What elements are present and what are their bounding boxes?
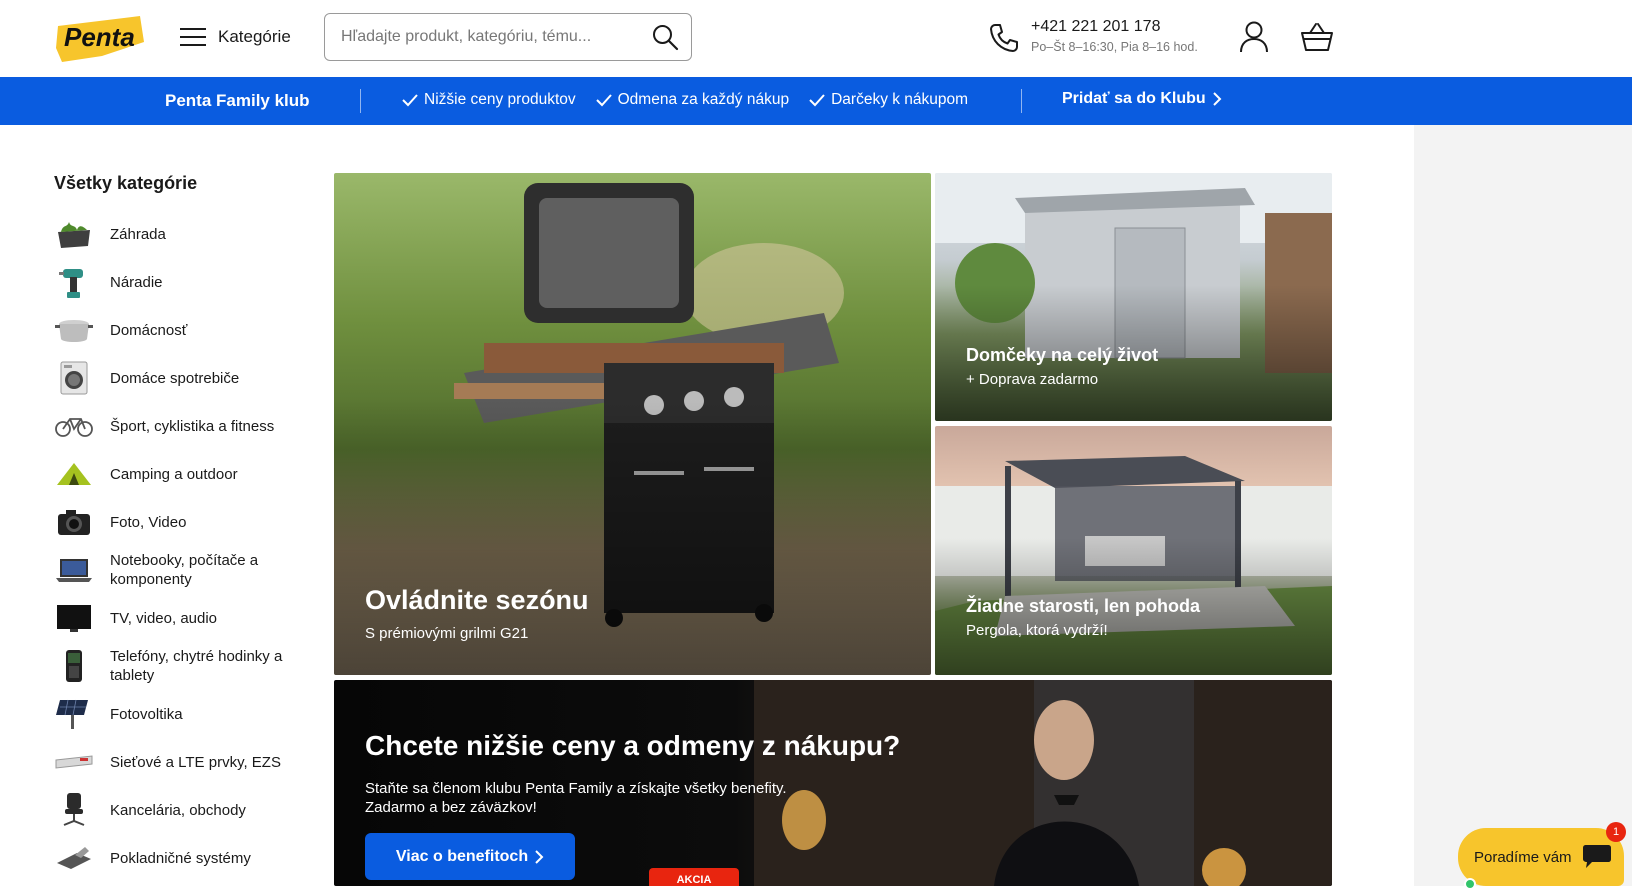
svg-text:Penta: Penta xyxy=(64,22,135,52)
checkmark-icon xyxy=(809,94,825,107)
chat-label: Poradíme vám xyxy=(1474,848,1572,866)
sidebar-item-sietove[interactable]: Sieťové a LTE prvky, EZS xyxy=(54,738,314,786)
pergola-banner-title: Žiadne starosti, len pohoda xyxy=(966,596,1201,616)
join-club-link[interactable]: Pridať sa do Klubu xyxy=(1062,90,1222,108)
sale-badge: AKCIA xyxy=(649,868,739,886)
chat-unread-badge: 1 xyxy=(1606,822,1626,842)
penta-logo[interactable]: Penta xyxy=(52,12,148,64)
club-divider xyxy=(360,89,361,113)
club-benefit-label: Nižšie ceny produktov xyxy=(424,91,576,108)
sidebar-item-label: Pokladničné systémy xyxy=(110,849,251,867)
search-box xyxy=(324,13,692,61)
sidebar-item-naradie[interactable]: Náradie xyxy=(54,258,314,306)
phone-device-icon xyxy=(54,648,94,684)
shed-banner[interactable]: Domčeky na celý život + Doprava zadarmo xyxy=(935,173,1332,421)
join-club-label: Pridať sa do Klubu xyxy=(1062,90,1206,107)
sidebar-item-label: TV, video, audio xyxy=(110,609,218,627)
sidebar-item-label: Telefóny, chytré hodinky a tablety xyxy=(110,648,283,684)
club-benefit: Odmena za každý nákup xyxy=(595,91,790,109)
office-chair-icon xyxy=(54,792,94,828)
club-benefit: Darčeky k nákupom xyxy=(809,91,968,109)
pergola-banner-subtitle: Pergola, ktorá vydrží! xyxy=(966,622,1108,639)
promo-text: Staňte sa členom klubu Penta Family a zí… xyxy=(365,779,787,817)
sidebar-item-label: Fotovoltika xyxy=(110,705,183,723)
club-divider xyxy=(1021,89,1022,113)
solar-panel-icon xyxy=(54,696,94,732)
promo-text-line: Staňte sa členom klubu Penta Family a zí… xyxy=(365,780,787,797)
sidebar-item-label: Domáce spotrebiče xyxy=(110,369,240,387)
right-side-panel xyxy=(1414,125,1632,886)
hamburger-icon xyxy=(180,28,206,46)
sidebar-item-pokladnicne[interactable]: Pokladničné systémy xyxy=(54,834,314,882)
search-input[interactable] xyxy=(341,28,651,46)
tent-icon xyxy=(54,456,94,492)
sidebar-item-foto-video[interactable]: Foto, Video xyxy=(54,498,314,546)
online-status-dot xyxy=(1464,878,1476,890)
sidebar-item-camping[interactable]: Camping a outdoor xyxy=(54,450,314,498)
categories-menu-label: Kategórie xyxy=(218,27,291,46)
club-benefit: Nižšie ceny produktov xyxy=(402,91,576,109)
checkmark-icon xyxy=(595,94,612,107)
user-account-icon[interactable] xyxy=(1238,20,1270,54)
club-benefits-list: Nižšie ceny produktov Odmena za každý ná… xyxy=(402,91,968,109)
club-benefit-label: Odmena za každý nákup xyxy=(617,91,790,108)
search-icon[interactable] xyxy=(651,23,679,51)
sidebar-item-label: Záhrada xyxy=(110,225,166,243)
checkmark-icon xyxy=(402,94,418,107)
shed-banner-subtitle: + Doprava zadarmo xyxy=(966,371,1099,388)
family-club-bar: Penta Family klub Nižšie ceny produktov … xyxy=(0,77,1632,125)
chevron-right-icon xyxy=(1212,92,1222,106)
sidebar-item-domacnost[interactable]: Domácnosť xyxy=(54,306,314,354)
phone-icon[interactable] xyxy=(988,22,1020,54)
sidebar-item-label: Náradie xyxy=(110,273,163,291)
washing-machine-icon xyxy=(54,360,94,396)
chat-bubble-icon xyxy=(1583,845,1611,868)
shed-banner-title: Domčeky na celý život xyxy=(966,345,1159,365)
sidebar-item-domace-spotrebice[interactable]: Domáce spotrebiče xyxy=(54,354,314,402)
sidebar-item-sport[interactable]: Šport, cyklistika a fitness xyxy=(54,402,314,450)
pot-icon xyxy=(54,312,94,348)
chat-widget-button[interactable]: Poradíme vám 1 xyxy=(1458,822,1626,890)
categories-menu-button[interactable]: Kategórie xyxy=(180,22,291,52)
sidebar-item-tv[interactable]: TV, video, audio xyxy=(54,594,314,642)
benefits-button-label: Viac o benefitoch xyxy=(395,847,529,865)
sidebar-item-notebooky[interactable]: Notebooky, počítače a komponenty xyxy=(54,546,314,594)
sidebar-item-telefony[interactable]: Telefóny, chytré hodinky a tablety xyxy=(54,642,314,690)
shopping-basket-icon[interactable] xyxy=(1300,20,1334,54)
sidebar-item-label: Sieťové a LTE prvky, EZS xyxy=(110,753,281,771)
sidebar-item-label: Foto, Video xyxy=(110,513,187,531)
router-icon xyxy=(54,744,94,780)
all-categories-title: Všetky kategórie xyxy=(54,173,198,193)
club-promo-banner: Chcete nižšie ceny a odmeny z nákupu? St… xyxy=(334,680,1332,886)
bicycle-icon xyxy=(54,408,94,444)
sidebar-item-label: Kancelária, obchody xyxy=(110,801,246,819)
promo-title: Chcete nižšie ceny a odmeny z nákupu? xyxy=(365,730,901,761)
laptop-icon xyxy=(54,552,94,588)
site-header: Penta Kategórie +421 221 201 178 Po–Št 8… xyxy=(0,0,1632,77)
sidebar-item-label: Domácnosť xyxy=(110,321,188,339)
tv-icon xyxy=(54,600,94,636)
sidebar-item-zahrada[interactable]: Záhrada xyxy=(54,210,314,258)
phone-hours: Po–Št 8–16:30, Pia 8–16 hod. xyxy=(1031,40,1198,54)
grill-banner-title: Ovládnite sezónu xyxy=(365,585,589,615)
chevron-right-icon xyxy=(535,849,544,864)
club-title[interactable]: Penta Family klub xyxy=(165,91,310,111)
benefits-button[interactable]: Viac o benefitoch xyxy=(365,833,575,880)
sidebar-item-kancelaria[interactable]: Kancelária, obchody xyxy=(54,786,314,834)
sidebar-item-label: Notebooky, počítače a komponenty xyxy=(110,552,259,588)
category-list: Záhrada Náradie Domácnosť Domáce spotreb… xyxy=(54,210,314,882)
sidebar-item-label: Šport, cyklistika a fitness xyxy=(110,417,275,435)
drill-icon xyxy=(54,264,94,300)
pergola-banner[interactable]: Žiadne starosti, len pohoda Pergola, kto… xyxy=(935,426,1332,675)
grill-banner-subtitle: S prémiovými grilmi G21 xyxy=(365,625,529,642)
cash-register-icon xyxy=(54,840,94,876)
garden-planter-icon xyxy=(54,216,94,252)
camera-icon xyxy=(54,504,94,540)
sidebar-item-fotovoltika[interactable]: Fotovoltika xyxy=(54,690,314,738)
grill-banner[interactable]: Ovládnite sezónu S prémiovými grilmi G21 xyxy=(334,173,931,675)
phone-number[interactable]: +421 221 201 178 xyxy=(1031,18,1160,36)
club-benefit-label: Darčeky k nákupom xyxy=(831,91,969,108)
sidebar-item-label: Camping a outdoor xyxy=(110,465,238,483)
promo-text-line: Zadarmo a bez záväzkov! xyxy=(365,799,537,816)
